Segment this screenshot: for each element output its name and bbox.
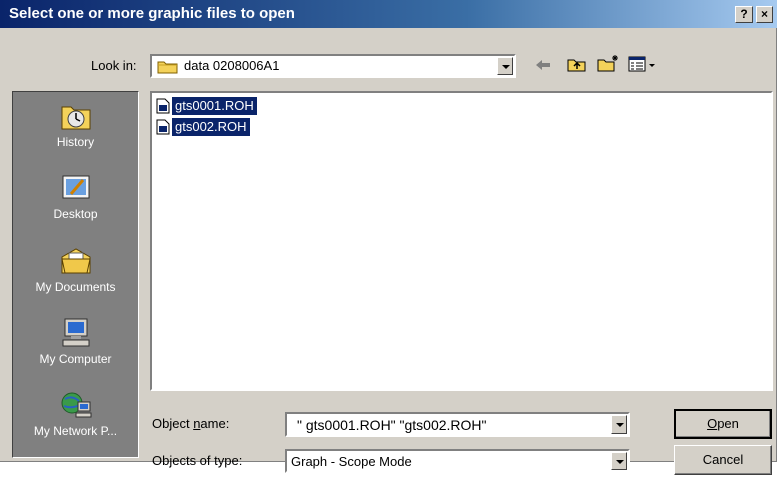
back-arrow-icon[interactable] <box>533 57 553 73</box>
places-bar: History Desktop My Documents My Computer… <box>12 91 139 458</box>
object-name-value: " gts0001.ROH" "gts002.ROH" <box>297 417 487 433</box>
file-list[interactable]: gts0001.ROH gts002.ROH <box>150 91 773 391</box>
place-my-network-places[interactable]: My Network P... <box>13 389 138 438</box>
look-in-combobox[interactable]: data 0208006A1 <box>150 54 516 78</box>
open-file-dialog: Select one or more graphic files to open… <box>0 0 777 475</box>
objects-of-type-dropdown-arrow[interactable] <box>611 452 627 470</box>
new-folder-icon[interactable] <box>597 54 619 73</box>
place-desktop[interactable]: Desktop <box>13 172 138 221</box>
place-my-network-places-label: My Network P... <box>33 424 118 438</box>
up-folder-icon[interactable] <box>567 56 587 73</box>
objects-of-type-label: Objects of type: <box>152 453 243 468</box>
place-my-computer-label: My Computer <box>39 352 112 366</box>
history-icon <box>59 100 93 132</box>
objects-of-type-value: Graph - Scope Mode <box>291 454 412 469</box>
place-my-computer[interactable]: My Computer <box>13 317 138 366</box>
look-in-value: data 0208006A1 <box>184 58 280 73</box>
folder-icon <box>157 59 179 74</box>
desktop-icon <box>59 172 93 204</box>
place-history[interactable]: History <box>13 100 138 149</box>
close-button[interactable]: × <box>756 6 773 23</box>
place-my-documents[interactable]: My Documents <box>13 245 138 294</box>
object-name-input[interactable]: " gts0001.ROH" "gts002.ROH" <box>285 412 630 437</box>
my-documents-icon <box>59 245 93 277</box>
views-menu-icon[interactable] <box>628 56 658 73</box>
place-history-label: History <box>56 135 95 149</box>
file-name: gts0001.ROH <box>172 97 257 115</box>
objects-of-type-select[interactable]: Graph - Scope Mode <box>285 449 630 473</box>
object-name-dropdown-arrow[interactable] <box>611 415 627 434</box>
look-in-dropdown-arrow[interactable] <box>497 57 513 75</box>
cancel-button[interactable]: Cancel <box>674 445 772 475</box>
place-my-documents-label: My Documents <box>35 280 116 294</box>
title-bar[interactable]: Select one or more graphic files to open… <box>0 0 777 28</box>
my-computer-icon <box>59 317 93 349</box>
dialog-title: Select one or more graphic files to open <box>9 5 295 22</box>
my-network-places-icon <box>59 389 93 421</box>
look-in-label: Look in: <box>91 58 137 73</box>
graph-file-icon <box>156 119 170 135</box>
help-button[interactable]: ? <box>735 6 753 23</box>
graph-file-icon <box>156 98 170 114</box>
open-button[interactable]: Open <box>674 409 772 439</box>
place-desktop-label: Desktop <box>53 207 98 221</box>
object-name-label: Object name: <box>152 416 230 431</box>
file-name: gts002.ROH <box>172 118 250 136</box>
